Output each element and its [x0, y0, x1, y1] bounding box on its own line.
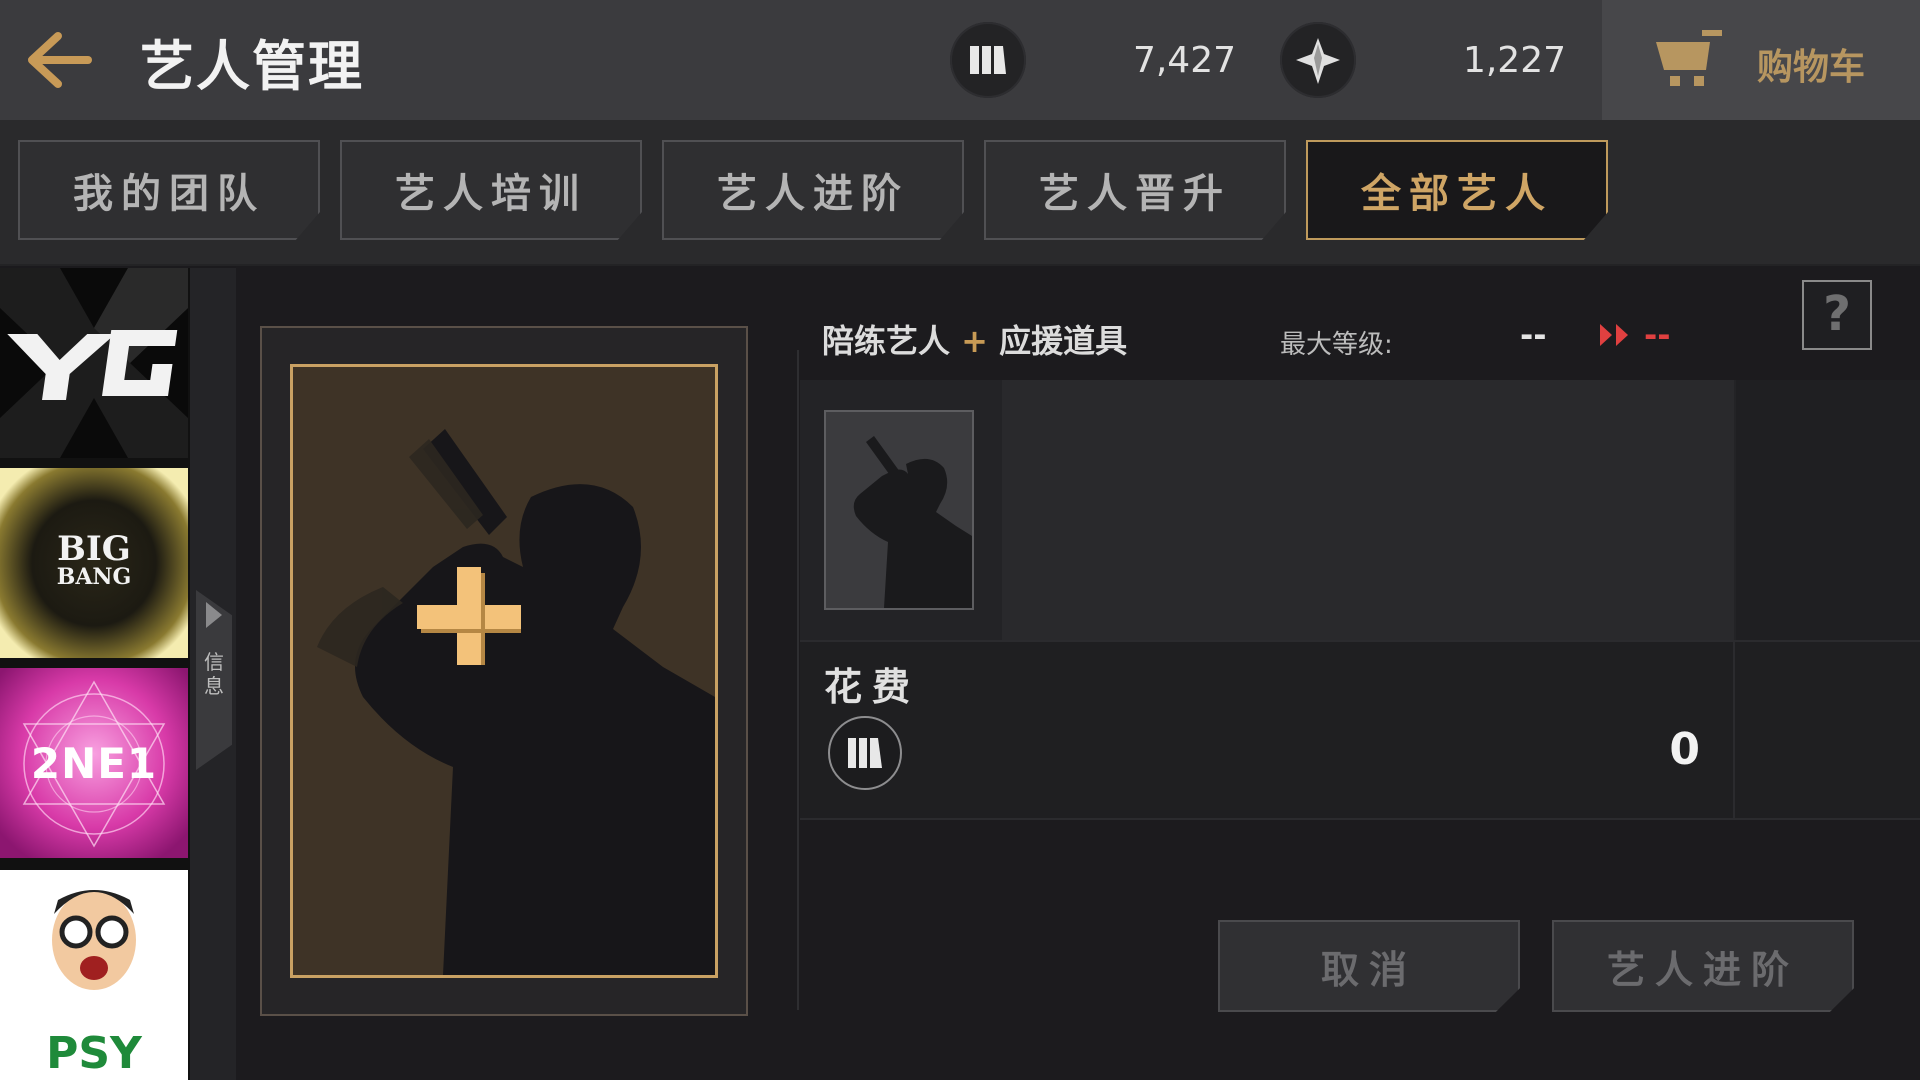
group-2ne1[interactable]: 2NE1 — [0, 668, 188, 858]
tab-label: 艺人晋升 — [1039, 171, 1231, 217]
double-arrow-icon — [1598, 322, 1632, 354]
group-psy[interactable]: PSY — [0, 870, 188, 1080]
currency-value-2: 1,227 — [1462, 40, 1566, 81]
tab-artist-advance[interactable]: 艺人进阶 — [662, 140, 964, 240]
tab-all-artists[interactable]: 全部艺人 — [1306, 140, 1608, 240]
svg-text:BIG: BIG — [57, 529, 131, 569]
panel-divider — [797, 350, 799, 1010]
cart-icon — [1656, 30, 1722, 86]
trainee-side — [1736, 380, 1920, 640]
advance-button[interactable]: 艺人进阶 — [1552, 920, 1854, 1012]
panel-title: 陪练艺人 + 应援道具 — [822, 316, 1127, 362]
bigbang-logo: BIG BANG — [0, 468, 188, 658]
cancel-button[interactable]: 取消 — [1218, 920, 1520, 1012]
plus-icon: + — [961, 322, 988, 360]
svg-text:BANG: BANG — [57, 564, 132, 590]
back-arrow-icon[interactable] — [22, 28, 94, 92]
info-side-tab[interactable]: 信息 — [196, 590, 232, 770]
group-bigbang[interactable]: BIG BANG — [0, 468, 188, 658]
tab-bar: 我的团队 艺人培训 艺人进阶 艺人晋升 全部艺人 — [0, 120, 1920, 266]
info-label: 信息 — [204, 650, 224, 698]
ticket-bars-icon — [828, 716, 902, 790]
2ne1-logo: 2NE1 — [0, 668, 188, 858]
tab-my-team[interactable]: 我的团队 — [18, 140, 320, 240]
trainer-label: 陪练艺人 — [822, 322, 951, 360]
svg-text:2NE1: 2NE1 — [31, 739, 157, 788]
advance-label: 艺人进阶 — [1606, 947, 1799, 992]
diamond-icon — [1280, 22, 1356, 98]
singer-silhouette-icon — [317, 429, 715, 975]
ticket-bars-icon — [950, 22, 1026, 98]
yg-logo — [0, 268, 188, 458]
trainee-list — [1002, 380, 1734, 640]
main-artist-slot[interactable] — [260, 326, 748, 1016]
help-button[interactable]: ? — [1802, 280, 1872, 350]
singer-silhouette-icon — [853, 436, 972, 608]
max-level-next: -- — [1644, 316, 1671, 354]
max-level-label: 最大等级: — [1280, 330, 1393, 360]
cart-button[interactable]: 购物车 — [1602, 0, 1920, 120]
top-bar: 艺人管理 7,427 1,227 购物车 — [0, 0, 1920, 120]
tab-label: 我的团队 — [73, 171, 265, 217]
cost-value: 0 — [1669, 724, 1700, 775]
page-title: 艺人管理 — [140, 35, 364, 98]
cost-divider — [1733, 640, 1735, 818]
cancel-label: 取消 — [1320, 947, 1417, 992]
currency-value-1: 7,427 — [1132, 40, 1236, 81]
cost-area — [800, 640, 1920, 820]
tab-artist-training[interactable]: 艺人培训 — [340, 140, 642, 240]
artist-card — [290, 364, 718, 978]
tab-artist-promotion[interactable]: 艺人晋升 — [984, 140, 1286, 240]
cart-label: 购物车 — [1757, 47, 1866, 88]
tab-label: 艺人培训 — [395, 171, 587, 217]
max-level-current: -- — [1520, 316, 1547, 354]
help-icon: ? — [1823, 286, 1851, 342]
svg-text:PSY: PSY — [46, 1028, 143, 1079]
group-list: BIG BANG 2NE1 PSY — [0, 268, 190, 1080]
support-item-label: 应援道具 — [999, 322, 1128, 360]
tab-label: 艺人进阶 — [717, 171, 909, 217]
trainer-artist-slot[interactable] — [824, 410, 974, 610]
cost-label: 花费 — [824, 665, 921, 709]
group-yg[interactable] — [0, 268, 188, 458]
tab-label: 全部艺人 — [1361, 171, 1553, 217]
psy-logo: PSY — [46, 890, 143, 1079]
